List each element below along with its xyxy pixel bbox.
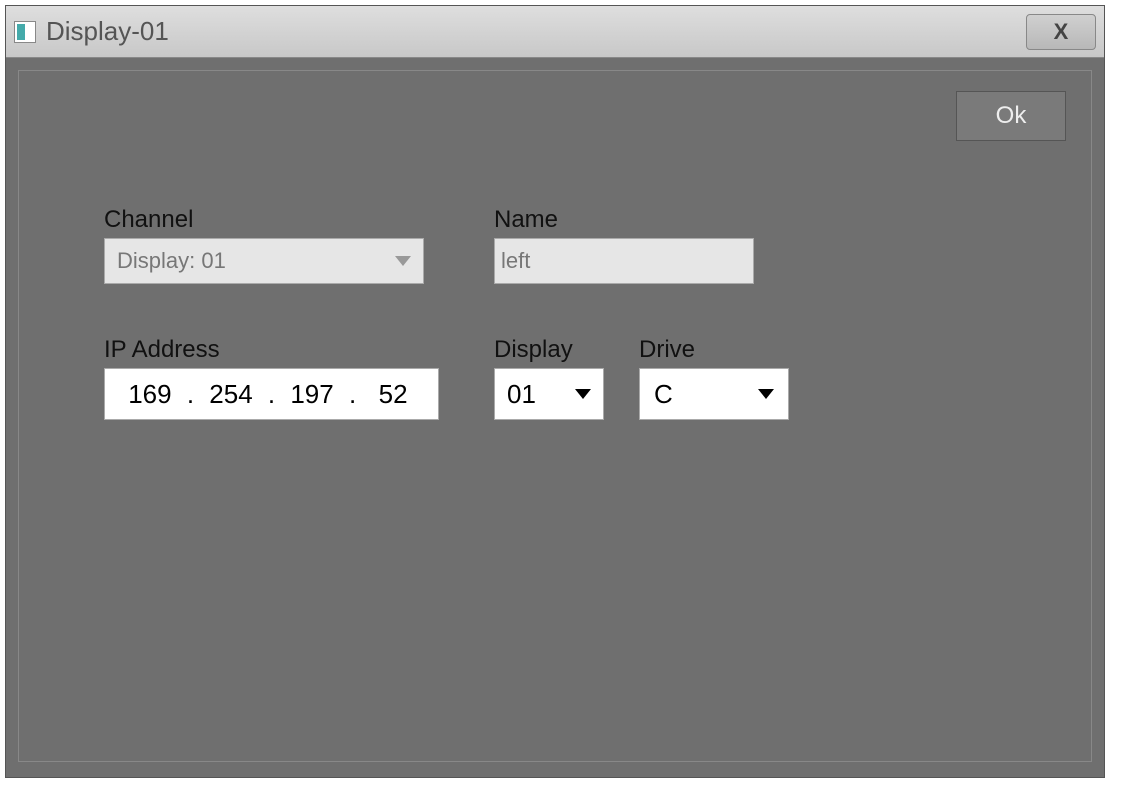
channel-select[interactable]: Display: 01 (104, 238, 424, 284)
ip-dot: . (185, 379, 196, 410)
close-icon: X (1054, 19, 1069, 45)
chevron-down-icon (758, 389, 774, 399)
ok-label: Ok (996, 102, 1027, 130)
drive-field: Drive C (639, 336, 789, 420)
drive-value: C (654, 379, 673, 410)
drive-select[interactable]: C (639, 368, 789, 420)
channel-label: Channel (104, 206, 424, 234)
ip-seg-3: 197 (277, 379, 347, 410)
ip-seg-1: 169 (115, 379, 185, 410)
channel-value: Display: 01 (117, 248, 226, 274)
drive-label: Drive (639, 336, 789, 364)
display-select[interactable]: 01 (494, 368, 604, 420)
window-title: Display-01 (46, 16, 1026, 47)
chevron-down-icon (575, 389, 591, 399)
dialog-window: Display-01 X Ok Channel Display: 01 Name… (5, 5, 1105, 778)
display-value: 01 (507, 379, 536, 410)
ok-button[interactable]: Ok (956, 91, 1066, 141)
ip-seg-4: 52 (358, 379, 428, 410)
name-label: Name (494, 206, 754, 234)
channel-field: Channel Display: 01 (104, 206, 424, 284)
ip-input[interactable]: 169 . 254 . 197 . 52 (104, 368, 439, 420)
name-value: left (501, 248, 530, 274)
close-button[interactable]: X (1026, 14, 1096, 50)
display-label: Display (494, 336, 604, 364)
titlebar: Display-01 X (6, 6, 1104, 58)
display-field: Display 01 (494, 336, 604, 420)
name-field: Name left (494, 206, 754, 284)
name-input[interactable]: left (494, 238, 754, 284)
ip-seg-2: 254 (196, 379, 266, 410)
chevron-down-icon (395, 256, 411, 266)
ip-dot: . (266, 379, 277, 410)
ip-field: IP Address 169 . 254 . 197 . 52 (104, 336, 439, 420)
app-icon (14, 21, 36, 43)
content-frame: Ok Channel Display: 01 Name left IP Addr… (18, 70, 1092, 762)
ip-dot: . (347, 379, 358, 410)
ip-label: IP Address (104, 336, 439, 364)
